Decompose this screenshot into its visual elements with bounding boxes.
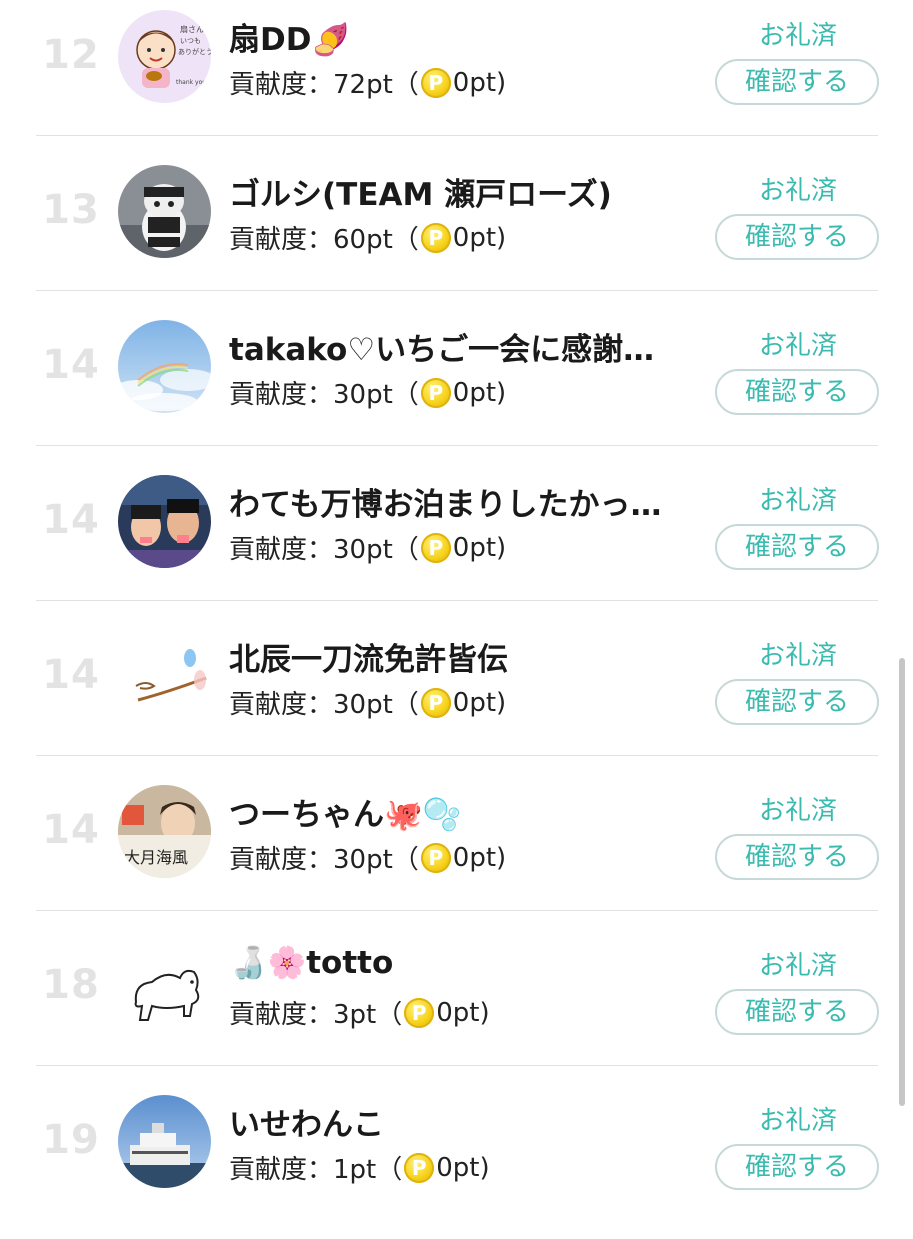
thanks-status: お礼済	[758, 331, 837, 361]
rank-number: 18	[42, 962, 100, 1008]
confirm-button[interactable]: 確認する	[715, 524, 879, 570]
list-item: 12 扇さん いつも ありがとう thank you 扇DD🍠 貢献度：72pt…	[0, 0, 913, 154]
confirm-button[interactable]: 確認する	[715, 369, 879, 415]
contribution-text: 貢献度：1pt（	[229, 1155, 403, 1185]
supporter-name[interactable]: ゴルシ(TEAM 瀬戸ローズ)	[229, 169, 689, 214]
rank-number: 19	[42, 1117, 100, 1163]
contribution-line: 貢献度：60pt（ P 0pt)	[229, 219, 506, 256]
list-item: 14 大月海風 つーちゃん🐙🫧 貢献度：30pt（ P 0pt) お礼済 確認す…	[0, 775, 913, 929]
point-value: 0pt)	[452, 377, 507, 408]
supporter-name[interactable]: つーちゃん🐙🫧	[229, 789, 689, 834]
contribution-line: 貢献度：30pt（ P 0pt)	[229, 839, 506, 876]
point-coin-icon: P	[420, 377, 451, 408]
contribution-text: 貢献度：60pt（	[229, 225, 419, 255]
thanks-status: お礼済	[758, 486, 837, 516]
contribution-text: 貢献度：30pt（	[229, 380, 419, 410]
confirm-button[interactable]: 確認する	[715, 59, 879, 105]
list-item: 14 北辰一刀流免許皆伝 貢献度：30pt（ P 0pt) お礼済 確認する	[0, 620, 913, 774]
avatar[interactable]	[118, 475, 211, 568]
svg-text:いつも: いつも	[180, 37, 201, 45]
divider	[36, 910, 878, 911]
contribution-text: 貢献度：30pt（	[229, 690, 419, 720]
supporter-name[interactable]: 扇DD🍠	[229, 14, 689, 59]
point-value: 0pt)	[452, 532, 507, 563]
thanks-status: お礼済	[758, 951, 837, 981]
divider	[36, 600, 878, 601]
svg-text:thank you: thank you	[176, 79, 206, 86]
avatar[interactable]: 大月海風	[118, 785, 211, 878]
point-coin-icon: P	[420, 532, 451, 563]
rank-number: 14	[42, 652, 100, 698]
contribution-line: 貢献度：1pt（ P 0pt)	[229, 1149, 490, 1186]
rank-number: 13	[42, 187, 100, 233]
avatar[interactable]	[118, 630, 211, 723]
supporter-name[interactable]: いせわんこ	[229, 1099, 689, 1144]
point-value: 0pt)	[452, 222, 507, 253]
svg-text:扇さん: 扇さん	[180, 24, 204, 34]
thanks-status: お礼済	[758, 1106, 837, 1136]
divider	[36, 445, 878, 446]
supporter-name[interactable]: takako♡いちご一会に感謝…	[229, 324, 689, 369]
point-coin-icon: P	[404, 997, 435, 1028]
point-value: 0pt)	[436, 1152, 490, 1183]
rank-number: 14	[42, 807, 100, 853]
avatar[interactable]	[118, 320, 211, 413]
supporter-name[interactable]: 🍶🌸totto	[229, 944, 689, 981]
svg-text:ありがとう: ありがとう	[178, 47, 211, 56]
point-coin-icon: P	[420, 67, 451, 98]
contribution-text: 貢献度：30pt（	[229, 535, 419, 565]
list-item: 14 takako♡いちご一会に感謝… 貢献度：30pt（ P 0pt) お礼済…	[0, 310, 913, 464]
scrollbar[interactable]	[899, 658, 905, 1106]
rank-number: 14	[42, 342, 100, 388]
contribution-line: 貢献度：3pt（ P 0pt)	[229, 994, 490, 1031]
confirm-button[interactable]: 確認する	[715, 679, 879, 725]
svg-text:大月海風: 大月海風	[124, 848, 188, 867]
contribution-line: 貢献度：72pt（ P 0pt)	[229, 64, 506, 101]
rank-number: 12	[42, 32, 100, 78]
thanks-status: お礼済	[758, 176, 837, 206]
supporter-name[interactable]: わても万博お泊まりしたかっ…	[229, 479, 689, 524]
thanks-status: お礼済	[758, 21, 837, 51]
point-coin-icon: P	[420, 687, 451, 718]
thanks-status: お礼済	[758, 796, 837, 826]
contribution-line: 貢献度：30pt（ P 0pt)	[229, 684, 506, 721]
list-item: 14 わても万博お泊まりしたかっ… 貢献度：30pt（ P 0pt) お礼済 確…	[0, 465, 913, 619]
confirm-button[interactable]: 確認する	[715, 834, 879, 880]
contribution-line: 貢献度：30pt（ P 0pt)	[229, 374, 506, 411]
contribution-line: 貢献度：30pt（ P 0pt)	[229, 529, 506, 566]
point-value: 0pt)	[452, 687, 507, 718]
divider	[36, 755, 878, 756]
confirm-button[interactable]: 確認する	[715, 989, 879, 1035]
contribution-text: 貢献度：72pt（	[229, 70, 419, 100]
supporter-name[interactable]: 北辰一刀流免許皆伝	[229, 634, 689, 679]
point-value: 0pt)	[436, 997, 490, 1028]
point-coin-icon: P	[420, 842, 451, 873]
divider	[36, 135, 878, 136]
contribution-text: 貢献度：3pt（	[229, 1000, 403, 1030]
point-value: 0pt)	[452, 67, 507, 98]
point-value: 0pt)	[452, 842, 507, 873]
avatar[interactable]	[118, 940, 211, 1033]
point-coin-icon: P	[404, 1152, 435, 1183]
divider	[36, 1065, 878, 1066]
divider	[36, 290, 878, 291]
avatar[interactable]	[118, 165, 211, 258]
point-coin-icon: P	[420, 222, 451, 253]
rank-number: 14	[42, 497, 100, 543]
thanks-status: お礼済	[758, 641, 837, 671]
confirm-button[interactable]: 確認する	[715, 1144, 879, 1190]
list-item: 19 いせわんこ 貢献度：1pt（ P 0pt) お礼済 確認する	[0, 1085, 913, 1239]
list-item: 13 ゴルシ(TEAM 瀬戸ローズ) 貢献度：60pt（ P 0pt) お礼済 …	[0, 155, 913, 309]
avatar[interactable]: 扇さん いつも ありがとう thank you	[118, 10, 211, 103]
list-item: 18 🍶🌸totto 貢献度：3pt（ P 0pt) お礼済 確認する	[0, 930, 913, 1084]
avatar[interactable]	[118, 1095, 211, 1188]
contribution-text: 貢献度：30pt（	[229, 845, 419, 875]
confirm-button[interactable]: 確認する	[715, 214, 879, 260]
